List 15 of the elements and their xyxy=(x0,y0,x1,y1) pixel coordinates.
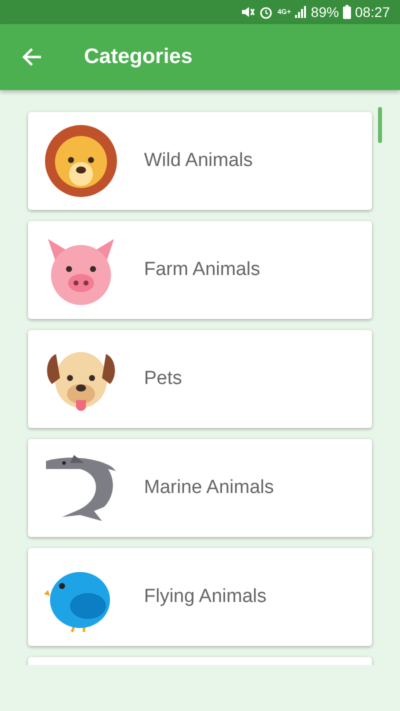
category-card[interactable]: Pets xyxy=(28,330,372,428)
category-card[interactable]: Flying Animals xyxy=(28,548,372,646)
category-card[interactable]: Wild Animals xyxy=(28,112,372,210)
battery-icon xyxy=(342,5,351,19)
status-time: 08:27 xyxy=(354,4,390,20)
lion-icon xyxy=(44,124,118,198)
signal-icon xyxy=(294,6,307,18)
mute-icon xyxy=(241,5,256,19)
battery-percent: 89% xyxy=(310,4,339,20)
alarm-icon xyxy=(259,5,274,19)
screen-title: Categories xyxy=(84,45,193,69)
category-card[interactable]: Farm Animals xyxy=(28,221,372,319)
scroll-indicator xyxy=(378,107,382,143)
category-card[interactable]: Marine Animals xyxy=(28,439,372,537)
back-arrow-icon xyxy=(22,48,42,66)
